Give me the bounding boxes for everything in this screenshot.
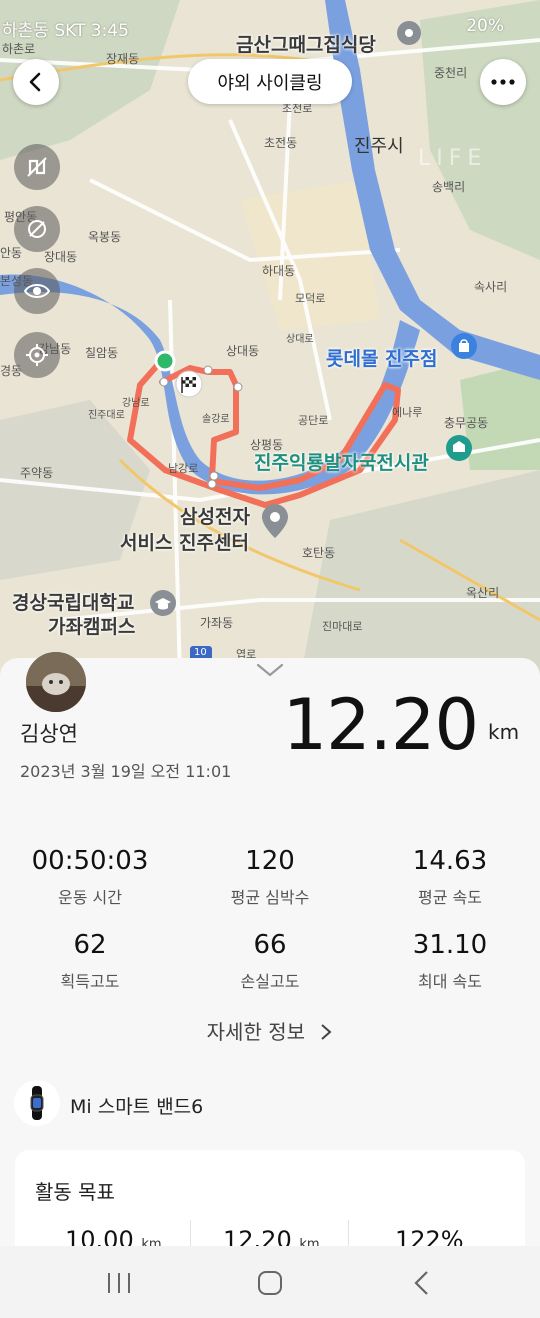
stat-max-speed: 31.10 최대 속도 [360, 930, 540, 992]
view-toggle[interactable] [14, 268, 60, 314]
user-photo-icon [26, 652, 86, 712]
route-shield: 10 [194, 647, 207, 658]
museum-pin-icon [446, 435, 472, 461]
distance-unit: km [488, 720, 520, 744]
stat-elevation-gain: 62 획득고도 [0, 930, 180, 992]
stat-value: 66 [253, 930, 287, 960]
place-label: 하대동 [262, 264, 296, 278]
more-dots-icon [491, 79, 515, 85]
locate-icon [26, 344, 48, 366]
status-left: 하촌동 SKT 3:45 [2, 21, 129, 41]
system-navigation-bar [0, 1246, 540, 1318]
stat-value: 62 [73, 930, 107, 960]
place-label: 호탄동 [302, 546, 336, 560]
hide-markers-toggle[interactable] [14, 206, 60, 252]
workout-datetime: 2023년 3월 19일 오전 11:01 [20, 762, 232, 781]
more-options-button[interactable] [480, 59, 526, 105]
stat-label: 손실고도 [240, 972, 300, 991]
stat-value: 14.63 [412, 846, 488, 876]
hide-route-toggle[interactable] [14, 144, 60, 190]
chevron-right-icon [321, 1024, 332, 1040]
details-link-label: 자세한 정보 [206, 1020, 305, 1044]
finish-flag-icon [175, 370, 203, 398]
place-label: 진주시 [354, 136, 404, 157]
place-label: 중천리 [434, 66, 468, 80]
stat-value: 31.10 [412, 930, 488, 960]
battery-level: 20% [466, 16, 504, 36]
smart-band-icon [30, 1086, 44, 1120]
place-label: 속사리 [474, 280, 508, 294]
place-label: 주약동 [20, 466, 54, 480]
home-icon[interactable] [257, 1270, 283, 1296]
recent-apps-icon[interactable] [106, 1272, 132, 1294]
place-label: 옥봉동 [88, 230, 122, 244]
place-label: 옥산리 [466, 586, 500, 600]
place-label: 장재동 [106, 52, 140, 66]
place-label: 진주대로 [88, 410, 125, 421]
place-label: 강남로 [122, 398, 150, 409]
activity-type-title: 야외 사이클링 [188, 59, 352, 104]
device-icon-wrap [14, 1080, 60, 1126]
route-off-icon [27, 157, 47, 177]
stat-elevation-loss: 66 손실고도 [180, 930, 360, 992]
collapse-chevron-icon[interactable] [256, 662, 284, 678]
user-name: 김상연 [20, 722, 78, 746]
locate-button[interactable] [14, 332, 60, 378]
place-label: 롯데몰 진주점 [326, 348, 438, 370]
marker-off-icon [28, 220, 46, 238]
watermark: LIFE [418, 146, 488, 171]
back-arrow-icon [29, 72, 41, 92]
route-map[interactable]: 하촌로 장재동 중천리 금산그때그집식당 초전로 초전동 진주시 송백리 평안동… [0, 0, 540, 680]
place-label: 삼성전자 [180, 506, 250, 528]
place-label: 가좌동 [200, 616, 234, 630]
stat-label: 최대 속도 [418, 972, 482, 991]
place-label: 하촌로 [2, 42, 36, 56]
place-label: 상대로 [286, 334, 314, 345]
place-label: 서비스 진주센터 [120, 532, 249, 554]
place-label: 남강로 [168, 462, 199, 475]
avatar[interactable] [26, 652, 86, 712]
stat-value: 120 [245, 846, 295, 876]
place-label: 가좌캠퍼스 [48, 616, 136, 638]
details-link[interactable]: 자세한 정보 [0, 1016, 540, 1045]
place-label: 진마대로 [322, 620, 363, 633]
stat-label: 평균 속도 [418, 888, 482, 907]
status-bar: 하촌동 SKT 3:45 20% [0, 16, 540, 42]
place-label: 진주익룡발자국전시관 [254, 452, 429, 474]
back-button[interactable] [13, 59, 59, 105]
stat-value: 00:50:03 [31, 846, 149, 876]
place-label: 공단로 [298, 414, 329, 427]
place-label: 에나루 [392, 406, 423, 419]
goal-title: 활동 목표 [35, 1180, 115, 1204]
school-pin-icon [150, 590, 176, 616]
place-label: 안동 [0, 246, 23, 260]
place-label: 충무공동 [444, 416, 489, 430]
start-marker [154, 350, 176, 372]
back-nav-icon[interactable] [412, 1270, 432, 1296]
place-label: 초전동 [264, 136, 298, 150]
stat-duration: 00:50:03 운동 시간 [0, 846, 180, 908]
place-label: 송백리 [432, 180, 466, 194]
distance-value: 12.20 [282, 684, 479, 766]
stat-label: 평균 심박수 [230, 888, 310, 907]
place-label: 경상국립대학교 [12, 592, 135, 614]
place-label: 상대동 [226, 344, 260, 358]
device-name[interactable]: Mi 스마트 밴드6 [70, 1092, 203, 1119]
place-label: 모덕로 [295, 292, 326, 305]
place-label: 솔강로 [202, 414, 230, 425]
shopping-pin-icon [451, 333, 477, 359]
stat-avg-heart-rate: 120 평균 심박수 [180, 846, 360, 908]
stat-avg-speed: 14.63 평균 속도 [360, 846, 540, 908]
eye-icon [24, 284, 50, 298]
stat-label: 운동 시간 [58, 888, 122, 907]
place-label: 장대동 [44, 250, 78, 264]
place-label: 칠암동 [85, 346, 119, 360]
stat-label: 획득고도 [60, 972, 120, 991]
